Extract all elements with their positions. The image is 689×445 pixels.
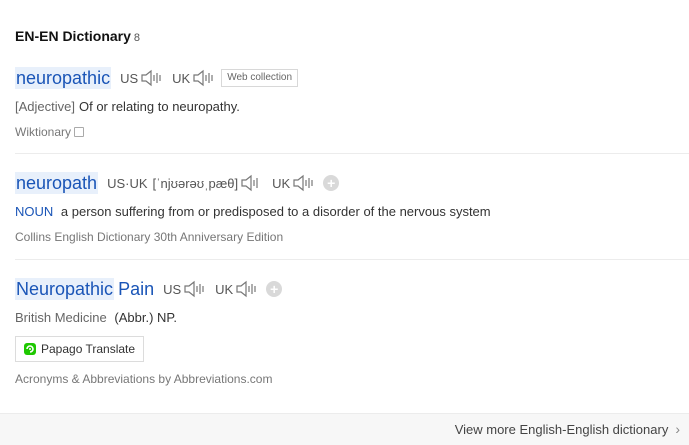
- definition: NOUN a person suffering from or predispo…: [15, 204, 689, 220]
- speaker-icon[interactable]: [141, 69, 163, 87]
- chevron-right-icon: ›: [675, 421, 680, 437]
- copy-icon[interactable]: [74, 127, 85, 137]
- dictionary-title: EN-EN Dictionary: [15, 28, 131, 44]
- uk-label: UK: [172, 70, 191, 86]
- headword-link[interactable]: Neuropathic: [15, 278, 115, 300]
- uk-label: UK: [272, 175, 291, 191]
- part-of-speech: British Medicine: [15, 310, 107, 325]
- entry-neuropathic-pain: Neuropathic Pain US UK + British Medicin…: [15, 277, 689, 386]
- definition-text: (Abbr.) NP.: [114, 310, 178, 325]
- definition-text: a person suffering from or predisposed t…: [60, 204, 491, 219]
- definition: British Medicine (Abbr.) NP.: [15, 310, 689, 326]
- phonetic: [ˈnjʊərəʊˌpæθ]: [152, 175, 239, 191]
- papago-logo-icon: [24, 343, 36, 355]
- headword-link[interactable]: neuropathic: [15, 67, 112, 89]
- speaker-icon[interactable]: [184, 280, 206, 298]
- papago-translate-label: Papago Translate: [41, 342, 136, 356]
- divider: [15, 153, 689, 154]
- speaker-icon[interactable]: [293, 174, 315, 192]
- source: Collins English Dictionary 30th Annivers…: [15, 230, 689, 244]
- source: Acronyms & Abbreviations by Abbreviation…: [15, 372, 689, 386]
- view-more-label: View more English-English dictionary: [454, 421, 669, 437]
- source-label[interactable]: Collins English Dictionary 30th Annivers…: [15, 230, 283, 244]
- plus-icon[interactable]: +: [323, 175, 340, 191]
- speaker-icon[interactable]: [241, 174, 263, 192]
- source: Wiktionary: [15, 125, 689, 139]
- speaker-icon[interactable]: [193, 69, 215, 87]
- result-count: 8: [133, 32, 141, 44]
- part-of-speech: [Adjective]: [15, 99, 75, 114]
- headword-rest[interactable]: Pain: [118, 278, 154, 300]
- us-label: US: [163, 281, 182, 297]
- source-label[interactable]: Acronyms & Abbreviations by Abbreviation…: [15, 372, 272, 386]
- speaker-icon[interactable]: [236, 280, 258, 298]
- us-uk-label: US·UK: [107, 175, 148, 191]
- entry-neuropathic: neuropathic US UK Web collection [Adject…: [15, 66, 689, 139]
- definition: [Adjective] Of or relating to neuropathy.: [15, 99, 689, 115]
- uk-label: UK: [215, 281, 234, 297]
- source-label[interactable]: Wiktionary: [15, 125, 71, 139]
- headword-link[interactable]: neuropath: [15, 172, 99, 194]
- part-of-speech: NOUN: [15, 204, 54, 219]
- us-label: US: [120, 70, 139, 86]
- entry-neuropath: neuropath US·UK [ˈnjʊərəʊˌpæθ] UK + NOUN…: [15, 171, 689, 244]
- section-title: EN-EN Dictionary 8: [15, 28, 140, 44]
- plus-icon[interactable]: +: [266, 281, 283, 297]
- papago-translate-button[interactable]: Papago Translate: [15, 336, 145, 362]
- definition-text: Of or relating to neuropathy.: [78, 99, 240, 114]
- web-collection-tag[interactable]: Web collection: [221, 69, 299, 87]
- divider: [15, 259, 689, 260]
- footer: View more English-English dictionary ›: [0, 413, 689, 445]
- view-more-link[interactable]: View more English-English dictionary ›: [455, 421, 680, 437]
